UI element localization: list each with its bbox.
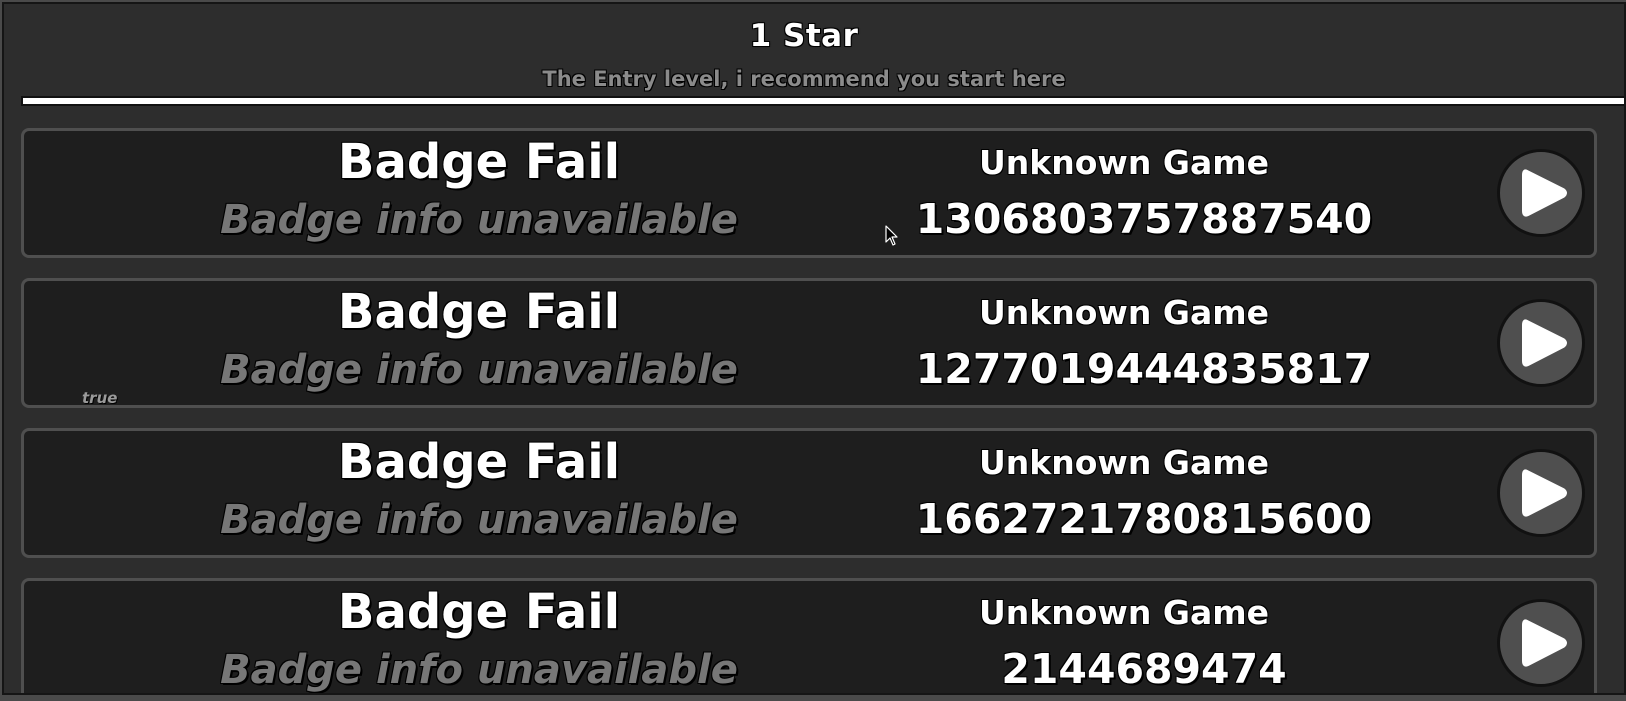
badge-list[interactable]: Badge Fail Badge info unavailable Unknow… <box>21 128 1597 693</box>
panel-header: 1 Star The Entry level, i recommend you … <box>4 4 1624 96</box>
badge-info: Badge info unavailable <box>220 197 738 243</box>
badge-name: Badge Fail <box>337 434 621 490</box>
badge-row: Badge Fail Badge info unavailable Unknow… <box>21 278 1597 408</box>
play-icon <box>1522 169 1567 217</box>
badge-info: Badge info unavailable <box>220 647 738 693</box>
mouse-cursor-icon <box>885 225 898 246</box>
header-divider <box>21 96 1624 106</box>
badge-name: Badge Fail <box>337 284 621 340</box>
badge-name: Badge Fail <box>337 584 621 640</box>
badge-row: Badge Fail Badge info unavailable Unknow… <box>21 428 1597 558</box>
play-button[interactable] <box>1497 449 1585 537</box>
play-button[interactable] <box>1497 149 1585 237</box>
badge-row: Badge Fail Badge info unavailable Unknow… <box>21 578 1597 693</box>
game-name: Unknown Game <box>979 443 1269 482</box>
play-icon <box>1522 619 1567 667</box>
status-text: true <box>82 389 118 407</box>
badge-list-panel: 1 Star The Entry level, i recommend you … <box>2 2 1626 695</box>
play-icon <box>1522 319 1567 367</box>
badge-row: Badge Fail Badge info unavailable Unknow… <box>21 128 1597 258</box>
game-name: Unknown Game <box>979 293 1269 332</box>
badge-info: Badge info unavailable <box>220 347 738 393</box>
badge-id: 1277019444835817 <box>915 345 1373 393</box>
game-name: Unknown Game <box>979 593 1269 632</box>
badge-id: 1662721780815600 <box>915 495 1373 543</box>
play-button[interactable] <box>1497 299 1585 387</box>
game-name: Unknown Game <box>979 143 1269 182</box>
badge-info: Badge info unavailable <box>220 497 738 543</box>
badge-id: 2144689474 <box>1001 645 1287 693</box>
play-icon <box>1522 469 1567 517</box>
difficulty-title: 1 Star <box>749 18 859 54</box>
difficulty-subtitle: The Entry level, i recommend you start h… <box>542 67 1066 91</box>
play-button[interactable] <box>1497 599 1585 687</box>
badge-name: Badge Fail <box>337 134 621 190</box>
badge-id: 1306803757887540 <box>915 195 1373 243</box>
